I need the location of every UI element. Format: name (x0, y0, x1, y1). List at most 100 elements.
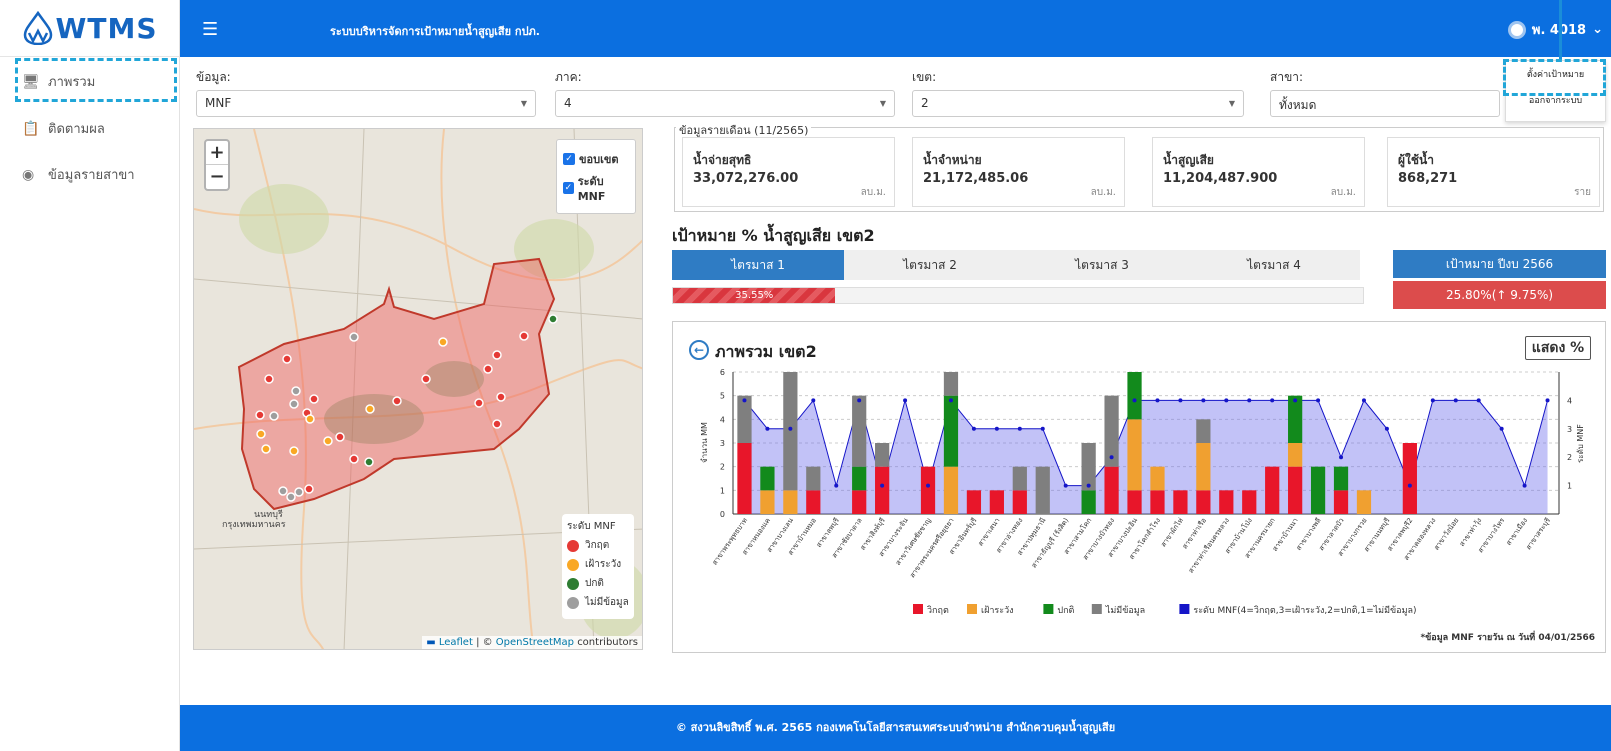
back-arrow-icon[interactable]: ← (689, 340, 709, 360)
y-tick-label: 6 (720, 368, 725, 377)
stat-unit: ลบ.ม. (860, 187, 886, 198)
map-layer-control: ✓ ขอบเขต ✓ ระดับ MNF (556, 139, 636, 214)
filter-zone-select[interactable]: 2 ▼ (912, 90, 1244, 117)
clipboard-icon: 📋 (22, 120, 40, 137)
mnf-point (1316, 398, 1321, 403)
place-label-bangkok: กรุงเทพมหานคร (222, 520, 286, 530)
stat-value: 33,072,276.00 (693, 171, 799, 186)
map-legend-item: ปกติ (567, 576, 629, 591)
stat-card-water-sold: น้ำจำหน่าย 21,172,485.06 ลบ.ม. (912, 137, 1125, 207)
legend-swatch (1179, 604, 1190, 614)
leaflet-link[interactable]: Leaflet (439, 637, 473, 648)
mnf-point (857, 398, 862, 403)
bar-segment (1173, 490, 1188, 514)
footer: © สงวนลิขสิทธิ์ พ.ศ. 2565 กองเทคโนโลยีสา… (180, 705, 1611, 751)
bar-segment (1035, 466, 1050, 514)
sidebar-item-label: ติดตามผล (48, 122, 105, 137)
bar-segment (943, 466, 959, 514)
y-tick-label: 2 (720, 463, 725, 472)
bar-segment (1081, 443, 1096, 491)
filter-data-value: MNF (205, 96, 232, 110)
legend-label: ไม่มีข้อมูล (585, 597, 629, 608)
bar-segment (1219, 490, 1234, 514)
quarter-progress-bar: 35.55% (672, 287, 1364, 304)
filter-region-value: 4 (564, 96, 572, 110)
map[interactable]: นนทบุรี กรุงเทพมหานคร + − ✓ ขอบเขต ✓ ระด… (193, 128, 643, 650)
mnf-point (742, 398, 747, 403)
chart-legend-label: ไม่มีข้อมูล (1105, 605, 1145, 616)
layer-toggle-mnf[interactable]: ✓ ระดับ MNF (563, 172, 629, 203)
layer-toggle-boundary[interactable]: ✓ ขอบเขต (563, 150, 629, 168)
year-target-button[interactable]: เป้าหมาย ปีงบ 2566 (1393, 250, 1606, 278)
sidebar-item-branch-data[interactable]: ◉ ข้อมูลรายสาขา (22, 164, 135, 185)
bar-segment (852, 395, 867, 467)
zoom-in-button[interactable]: + (206, 141, 228, 165)
stat-card-net-supply: น้ำจ่ายสุทธิ 33,072,276.00 ลบ.ม. (682, 137, 895, 207)
tab-quarter-2[interactable]: ไตรมาส 2 (844, 250, 1016, 280)
mnf-point (903, 398, 908, 403)
chart-legend-label: เฝ้าระวัง (981, 605, 1014, 616)
water-drop-logo-icon (24, 11, 53, 45)
bar-segment (1242, 490, 1257, 514)
bar-segment (760, 466, 775, 491)
bar-segment (1196, 490, 1211, 514)
avatar (1507, 20, 1526, 39)
legend-label: วิกฤต (585, 540, 610, 551)
mnf-point (880, 483, 885, 488)
logo-text: WTMS (55, 11, 158, 45)
mnf-point (926, 483, 931, 488)
bar-segment (1150, 466, 1165, 491)
filter-data-select[interactable]: MNF ▼ (196, 90, 536, 117)
logo[interactable]: WTMS (0, 0, 179, 57)
osm-link[interactable]: OpenStreetMap (496, 637, 574, 648)
filter-region-select[interactable]: 4 ▼ (555, 90, 895, 117)
mnf-point (1339, 455, 1344, 460)
show-percent-button[interactable]: แสดง % (1525, 336, 1591, 360)
tab-quarter-4[interactable]: ไตรมาส 4 (1188, 250, 1360, 280)
caret-down-icon: ▼ (1228, 99, 1235, 108)
mnf-point (1040, 426, 1045, 431)
x-tick-label: สาขาท่าวุ้ง (1458, 517, 1483, 548)
mnf-point (1224, 398, 1229, 403)
stat-value: 21,172,485.06 (923, 171, 1029, 186)
user-menu-button[interactable]: พ. 4018 ⌄ (1507, 19, 1603, 40)
stat-value: 868,271 (1398, 171, 1458, 186)
filter-zone-value: 2 (921, 96, 929, 110)
mnf-point (994, 426, 999, 431)
bar-segment (1196, 419, 1211, 443)
legend-swatch (913, 604, 923, 614)
progress-fill: 35.55% (673, 288, 836, 303)
mnf-point (1155, 398, 1160, 403)
mnf-point (1545, 398, 1550, 403)
checkbox-checked-icon: ✓ (563, 181, 574, 194)
zoom-out-button[interactable]: − (206, 165, 228, 189)
map-legend-item: วิกฤต (567, 538, 629, 553)
stat-label: น้ำจ่ายสุทธิ (693, 153, 752, 167)
x-tick-label: สาขาพระพุทธบาท (711, 516, 750, 566)
y-tick-label: 3 (720, 439, 725, 448)
y2-axis-label: ระดับ MNF (1576, 424, 1585, 463)
mnf-point (1109, 455, 1114, 460)
bar-segment (1127, 372, 1142, 420)
mnf-point (1017, 426, 1022, 431)
filter-branch-select[interactable]: ทั้งหมด (1270, 90, 1500, 117)
x-tick-label: สาขาพระนครศรีอยุธยา (908, 517, 955, 580)
tab-quarter-3[interactable]: ไตรมาส 3 (1016, 250, 1188, 280)
mnf-point (1407, 483, 1412, 488)
filter-data-label: ข้อมูล: (196, 70, 231, 84)
map-legend-title: ระดับ MNF (567, 521, 616, 532)
bar-segment (1150, 490, 1165, 514)
bar-segment (1012, 466, 1027, 491)
mnf-point (811, 398, 816, 403)
sidebar-item-tracking[interactable]: 📋 ติดตามผล (22, 118, 105, 139)
mnf-point (971, 426, 976, 431)
highlight-overview-box (15, 58, 177, 102)
mnf-point (1293, 398, 1298, 403)
flag-icon: ▬ (426, 637, 436, 648)
map-legend-item: ไม่มีข้อมูล (567, 595, 629, 610)
bar-segment (783, 372, 798, 491)
tab-quarter-1[interactable]: ไตรมาส 1 (672, 250, 844, 280)
mnf-point (1270, 398, 1275, 403)
hamburger-menu-icon[interactable]: ☰ (202, 19, 218, 40)
x-tick-label: สาขาผักไห่ (1159, 516, 1186, 549)
